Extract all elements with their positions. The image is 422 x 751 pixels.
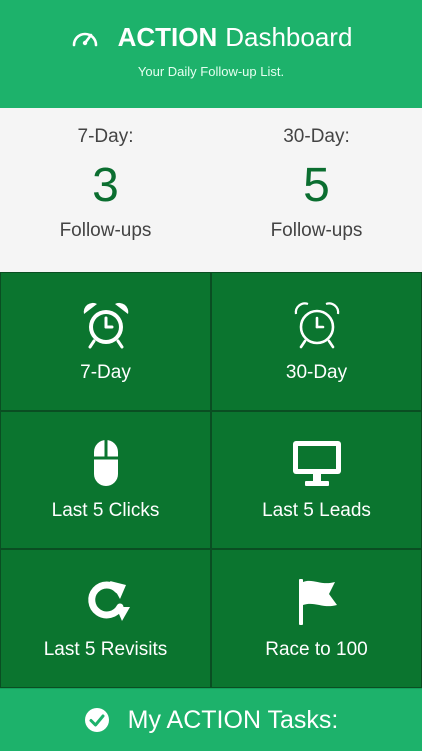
stat-period: 7-Day:: [77, 126, 134, 147]
tile-last-5-revisits[interactable]: Last 5 Revisits: [0, 549, 211, 688]
title-row: ACTION Dashboard: [0, 22, 422, 53]
stat-count: 5: [303, 159, 330, 212]
flag-icon: [298, 578, 337, 625]
stat-period: 30-Day:: [283, 126, 350, 147]
tile-label: 30-Day: [285, 361, 348, 383]
stat-count: 3: [92, 159, 119, 212]
stat-unit: Follow-ups: [270, 220, 363, 241]
mouse-icon: [93, 440, 118, 486]
stat-unit: Follow-ups: [59, 220, 152, 241]
check-circle-icon: [84, 708, 109, 732]
app-subtitle: Your Daily Follow-up List.: [137, 64, 285, 79]
tile-last-5-clicks[interactable]: Last 5 Clicks: [0, 411, 211, 549]
app-header: ACTION Dashboard Your Daily Follow-up Li…: [0, 0, 422, 108]
tile-label: Race to 100: [265, 638, 368, 660]
tile-label: Last 5 Revisits: [43, 638, 168, 660]
action-grid: 7-Day 30-Day Last 5 Clicks Last 5 Leads: [0, 272, 422, 688]
app-title-rest: Dashboard: [225, 22, 353, 52]
my-action-tasks-label: My ACTION Tasks:: [127, 705, 339, 734]
stat-30-day: 30-Day: 5 Follow-ups: [211, 108, 422, 272]
monitor-icon: [292, 441, 341, 486]
tile-30-day[interactable]: 30-Day: [211, 272, 422, 411]
tile-label: 7-Day: [80, 361, 131, 383]
tile-label: Last 5 Leads: [262, 500, 371, 521]
alarm-clock-outline-icon: [294, 301, 339, 348]
refresh-icon: [87, 580, 130, 621]
tile-7-day[interactable]: 7-Day: [0, 272, 211, 411]
app-title-strong: ACTION: [117, 22, 218, 52]
speedometer-icon: [72, 32, 97, 46]
stats-panel: 7-Day: 3 Follow-ups 30-Day: 5 Follow-ups: [0, 108, 422, 272]
tile-label: Last 5 Clicks: [51, 500, 160, 521]
my-action-tasks-button[interactable]: My ACTION Tasks:: [0, 688, 422, 751]
alarm-clock-icon: [83, 302, 128, 348]
stat-7-day: 7-Day: 3 Follow-ups: [0, 108, 211, 272]
tile-race-to-100[interactable]: Race to 100: [211, 549, 422, 688]
tile-last-5-leads[interactable]: Last 5 Leads: [211, 411, 422, 549]
